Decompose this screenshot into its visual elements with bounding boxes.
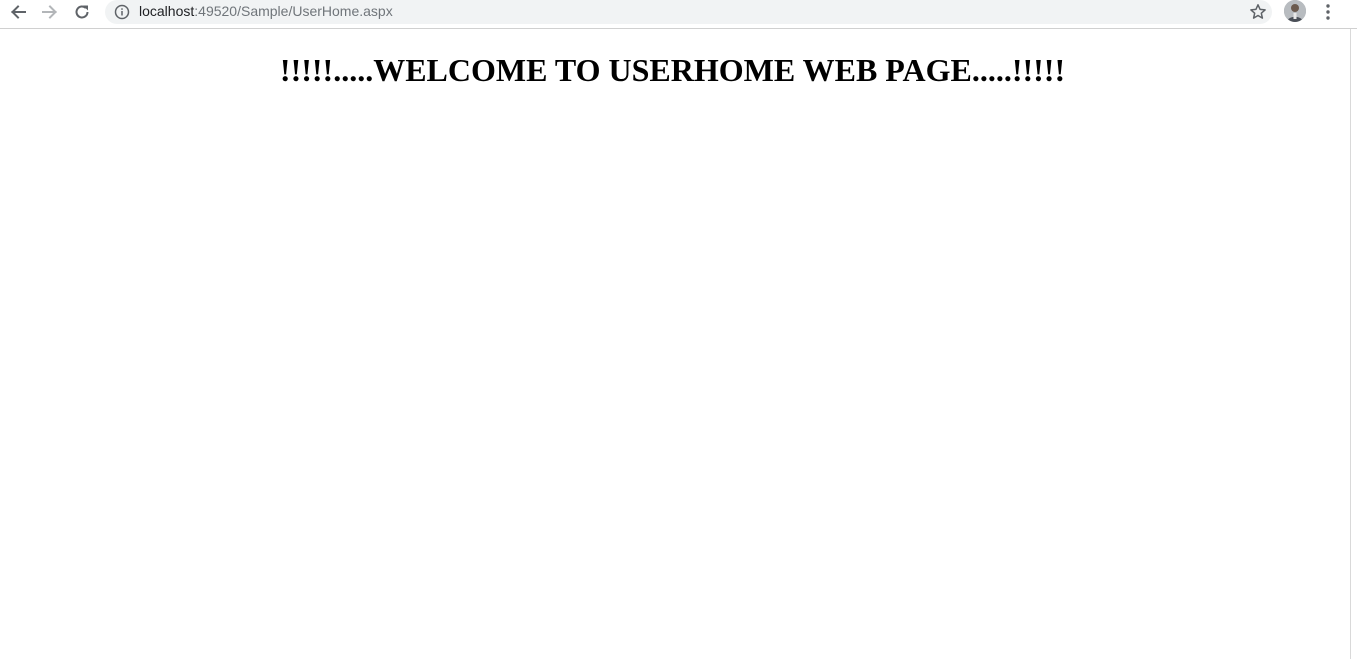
address-bar[interactable]: localhost:49520/Sample/UserHome.aspx (105, 0, 1272, 24)
browser-toolbar: localhost:49520/Sample/UserHome.aspx (0, 0, 1357, 29)
url-path: :49520/Sample/UserHome.aspx (194, 3, 393, 19)
scrollbar-track[interactable] (1350, 29, 1351, 659)
url-text[interactable]: localhost:49520/Sample/UserHome.aspx (139, 3, 393, 20)
kebab-menu-icon[interactable] (1318, 1, 1338, 23)
back-arrow-icon[interactable] (5, 1, 31, 23)
reload-icon[interactable] (69, 1, 95, 23)
page-content: !!!!!.....WELCOME TO USERHOME WEB PAGE..… (0, 29, 1350, 659)
avatar[interactable] (1284, 0, 1306, 22)
url-host: localhost (139, 3, 195, 19)
info-icon[interactable] (114, 4, 130, 20)
star-icon[interactable] (1248, 2, 1268, 22)
forward-arrow-icon[interactable] (37, 1, 63, 23)
page-heading: !!!!!.....WELCOME TO USERHOME WEB PAGE..… (279, 52, 1066, 88)
